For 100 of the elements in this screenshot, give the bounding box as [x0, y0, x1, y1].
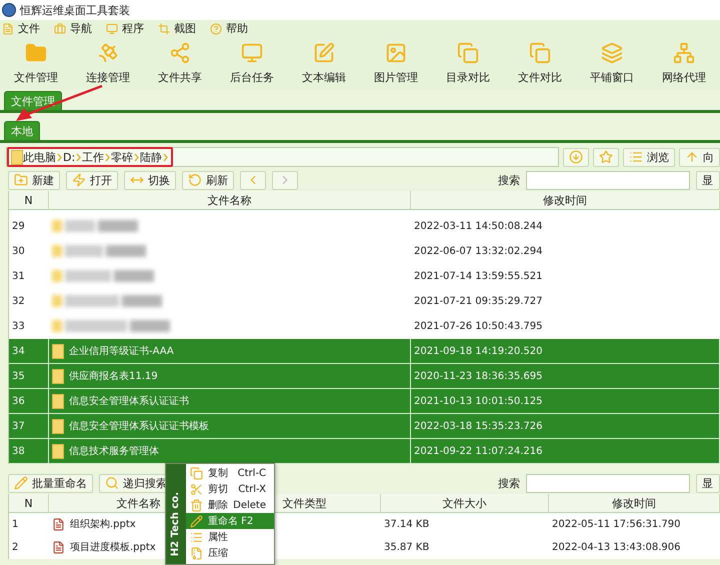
rename-icon: [14, 476, 28, 490]
breadcrumb-item[interactable]: 此电脑: [23, 150, 56, 164]
toolbar-button[interactable]: 连接管理: [72, 37, 144, 89]
path-button[interactable]: [593, 148, 619, 166]
column-header[interactable]: 修改时间: [549, 494, 720, 512]
file-name: 信息安全管理体系认证证书模板: [69, 420, 209, 433]
folder-icon: [52, 344, 64, 358]
folder-icon: [52, 418, 64, 434]
download-icon: [569, 150, 583, 164]
rename-icon: [190, 514, 203, 528]
toolbar-button[interactable]: 网络代理: [648, 37, 720, 89]
path-button[interactable]: 浏览: [623, 148, 675, 166]
new-icon: [14, 173, 28, 187]
menu-item[interactable]: 帮助: [210, 21, 248, 36]
open-icon: [72, 173, 86, 187]
file-row[interactable]: 34 企业信用等级证书-AAA 2021-09-18 14:19:20.520: [9, 339, 720, 364]
column-header[interactable]: N: [9, 191, 49, 209]
breadcrumb-item[interactable]: D:: [63, 150, 76, 164]
menu-icon: [158, 22, 170, 34]
tool-icon: [169, 42, 191, 64]
tool-icon: [385, 42, 407, 64]
delete-icon: [190, 498, 203, 512]
file-size: 35.87 KB: [384, 542, 430, 552]
chevron-icon: [134, 152, 140, 162]
toolbar-button[interactable]: 平铺窗口: [576, 37, 648, 89]
file-row[interactable]: 37 信息安全管理体系认证证书模板 2022-03-18 15:35:23.726: [9, 414, 720, 439]
file-name: 信息技术服务管理体: [69, 444, 159, 458]
modified-time: 2020-11-23 18:36:35.695: [414, 370, 542, 382]
copy-icon: [190, 466, 203, 480]
toolbar-button[interactable]: 文件管理: [0, 37, 72, 89]
menu-item[interactable]: 截图: [158, 21, 196, 36]
search-field[interactable]: [526, 474, 690, 492]
zip-icon: [190, 546, 203, 560]
row-number: 2: [12, 542, 18, 552]
row-number: 35: [12, 370, 25, 382]
breadcrumb-item[interactable]: 零碎: [111, 150, 134, 164]
toolbar-button[interactable]: 批量重命名: [8, 474, 93, 492]
folder-icon: [52, 394, 64, 408]
toolbar-button[interactable]: 刷新: [182, 170, 234, 190]
modified-time: 2022-03-11 14:50:08.244: [414, 220, 542, 232]
show-button[interactable]: 显: [696, 474, 720, 492]
menu-item[interactable]: 压缩: [186, 545, 274, 561]
modified-time: 2021-07-14 13:59:55.521: [414, 270, 542, 282]
tab[interactable]: 本地: [4, 121, 40, 140]
column-header[interactable]: 修改时间: [411, 191, 720, 209]
modified-time: 2021-07-26 10:50:43.795: [414, 320, 542, 332]
menu-item[interactable]: 剪切 Ctrl-X: [186, 481, 274, 497]
menu-item[interactable]: 复制 Ctrl-C: [186, 465, 274, 481]
file-name: 企业信用等级证书-AAA: [69, 344, 174, 358]
column-header[interactable]: 文件大小: [381, 494, 549, 512]
column-header[interactable]: 文件名称: [49, 191, 411, 209]
modified-time: 2021-09-18 14:19:20.520: [414, 346, 542, 356]
menu-item[interactable]: 导航: [54, 21, 92, 36]
toolbar-button[interactable]: [240, 170, 266, 190]
modified-time: 2022-05-11 17:56:31.790: [552, 518, 680, 530]
search-label: 搜索: [498, 476, 520, 490]
refresh-icon: [188, 173, 202, 187]
path-field[interactable]: 此电脑 D: 工作 零碎 陆静: [6, 147, 559, 167]
modified-time: 2022-06-07 13:32:02.294: [414, 246, 542, 256]
folder-icon: [11, 150, 23, 164]
column-header[interactable]: N: [9, 494, 49, 512]
menu-icon: [210, 22, 222, 34]
file-name: 供应商报名表11.19: [69, 370, 158, 383]
breadcrumb-item[interactable]: 工作: [82, 150, 104, 164]
toolbar-button[interactable]: 文件对比: [504, 37, 576, 89]
toolbar-button[interactable]: 图片管理: [360, 37, 432, 89]
modified-time: 2022-03-18 15:35:23.726: [414, 420, 542, 432]
row-number: 36: [12, 396, 25, 406]
menu-item[interactable]: 程序: [106, 21, 144, 36]
path-button[interactable]: [563, 148, 589, 166]
row-number: 30: [12, 246, 25, 256]
star-icon: [599, 150, 613, 164]
path-button[interactable]: 向: [679, 148, 720, 166]
show-button[interactable]: 显: [696, 170, 720, 190]
toolbar-button[interactable]: 文件共享: [144, 37, 216, 89]
toolbar-button[interactable]: 后台任务: [216, 37, 288, 89]
tool-icon: [313, 42, 335, 64]
tool-icon: [529, 42, 551, 64]
chevron-icon: [57, 152, 62, 162]
search-icon: [105, 476, 119, 490]
toolbar-button[interactable]: 目录对比: [432, 37, 504, 89]
pptx-file-icon: [52, 518, 65, 530]
file-row[interactable]: 38 信息技术服务管理体 2021-09-22 11:07:24.216: [9, 439, 720, 464]
toolbar-button[interactable]: 新建: [8, 170, 60, 190]
search-field[interactable]: [526, 170, 690, 190]
modified-time: 2022-04-13 13:43:08.906: [552, 542, 680, 552]
file-row[interactable]: 35 供应商报名表11.19 2020-11-23 18:36:35.695: [9, 364, 720, 389]
toolbar-button[interactable]: 打开: [66, 170, 118, 190]
file-row[interactable]: 36 信息安全管理体系认证证书 2021-10-13 10:01:50.125: [9, 389, 720, 414]
folder-icon: [52, 368, 64, 384]
row-number: 38: [12, 446, 25, 456]
toolbar-button[interactable]: 文本编辑: [288, 37, 360, 89]
up-icon: [685, 150, 699, 164]
browse-icon: [629, 150, 643, 164]
tool-icon: [673, 42, 695, 64]
row-number: 37: [12, 420, 25, 432]
menu-item[interactable]: 文件: [2, 21, 40, 36]
breadcrumb-item[interactable]: 陆静: [140, 150, 162, 164]
toolbar-button[interactable]: 切换: [124, 170, 176, 190]
menu-item[interactable]: 重命名 F2: [186, 513, 274, 529]
